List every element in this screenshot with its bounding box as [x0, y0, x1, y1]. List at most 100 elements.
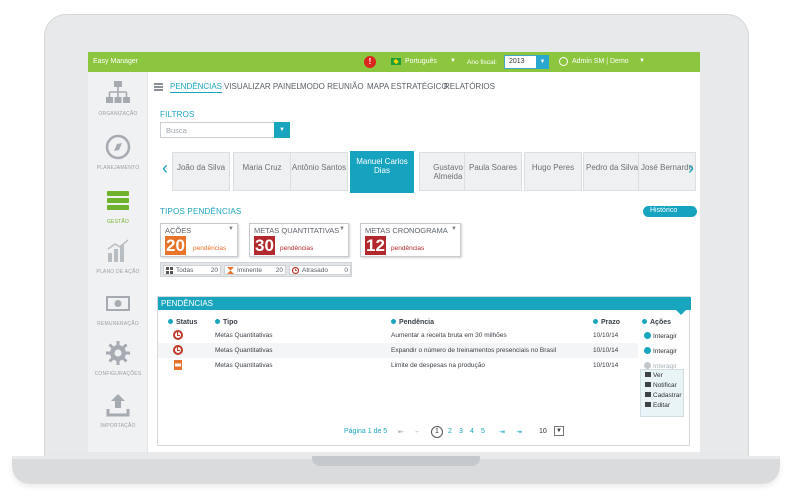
col-status[interactable]: Status: [168, 319, 197, 326]
interact-button[interactable]: Interagir: [644, 347, 677, 355]
menu-item-editar[interactable]: Editar: [645, 402, 670, 409]
chevron-down-icon[interactable]: ▼: [536, 55, 549, 69]
person-card[interactable]: Paula Soares: [464, 152, 522, 191]
sidebar-item-plano-de-acao[interactable]: PLANO DE AÇÃO: [88, 232, 148, 284]
interact-button[interactable]: Interagir: [644, 332, 677, 340]
sort-icon: [168, 319, 173, 324]
pending-count: 20: [165, 236, 186, 255]
filter-label: Atrasado: [302, 267, 329, 274]
tab-relatorios[interactable]: RELATÓRIOS: [444, 82, 495, 91]
chevron-down-icon[interactable]: ▼: [339, 226, 345, 232]
person-card[interactable]: Antônio Santos: [290, 152, 348, 191]
pending-box-title: METAS CRONOGRAMA: [365, 226, 448, 235]
menu-item-ver[interactable]: Ver: [645, 372, 663, 379]
sidebar-item-label: ORGANIZAÇÃO: [98, 111, 138, 117]
row-pendencia: Aumentar a receita bruta em 30 milhões: [391, 332, 507, 339]
filter-iminente-button[interactable]: Iminente 20: [224, 265, 286, 275]
person-card[interactable]: Hugo Peres: [524, 152, 582, 191]
sidebar-item-planejamento[interactable]: PLANEJAMENTO: [88, 128, 148, 180]
chevron-down-icon[interactable]: ▼: [274, 122, 290, 138]
table-row[interactable]: Metas Quantitativas Expandir o número de…: [158, 343, 638, 358]
search-icon: [645, 372, 651, 377]
page-number-current[interactable]: 1: [431, 426, 443, 438]
edit-icon: [645, 402, 651, 407]
carousel-next-icon[interactable]: ›: [688, 158, 694, 179]
chevron-down-icon[interactable]: ▼: [450, 58, 456, 64]
menu-item-cadastrar[interactable]: Cadastrar: [645, 392, 682, 399]
hourglass-icon: [227, 267, 234, 274]
sidebar-item-label: PLANEJAMENTO: [96, 165, 140, 171]
gear-icon: [644, 347, 651, 354]
brazil-flag-icon: [391, 58, 401, 65]
layers-icon: [107, 191, 129, 210]
table-row[interactable]: Metas Quantitativas Aumentar a receita b…: [158, 328, 638, 343]
chevron-down-icon[interactable]: ▼: [554, 426, 564, 436]
sidebar: ORGANIZAÇÃO PLANEJAMENTO GESTÃO PLANO DE…: [88, 72, 148, 452]
pending-box-title: AÇÕES: [165, 226, 192, 235]
person-card-selected[interactable]: Manuel Carlos Dias: [350, 151, 414, 193]
prev-page-icon[interactable]: ←: [414, 428, 421, 435]
tab-visualizar-painel[interactable]: VISUALIZAR PAINEL: [224, 82, 301, 91]
tab-pendencias[interactable]: PENDÊNCIAS: [170, 82, 223, 93]
panel-title: PENDÊNCIAS: [158, 297, 691, 315]
grid-icon: [166, 267, 173, 274]
pending-box-metas-cronograma[interactable]: METAS CRONOGRAMA ▼ 12 pendências: [360, 223, 461, 257]
tab-mapa-estrategico[interactable]: MAPA ESTRATÉGICO: [367, 82, 448, 91]
compass-icon: [105, 134, 131, 160]
person-card[interactable]: João da Silva: [172, 152, 230, 191]
pending-suffix: pendências: [391, 245, 425, 252]
row-tipo: Metas Quantitativas: [215, 332, 273, 339]
page-size-value[interactable]: 10: [539, 428, 547, 435]
row-pendencia: Limite de despesas na produção: [391, 362, 485, 369]
search-input[interactable]: Busca: [160, 122, 276, 138]
sidebar-item-remuneracao[interactable]: REMUNERAÇÃO: [88, 284, 148, 336]
sidebar-item-label: GESTÃO: [106, 219, 130, 225]
pending-count: 30: [254, 236, 275, 255]
person-card[interactable]: Maria Cruz: [233, 152, 291, 191]
chevron-down-icon[interactable]: ▼: [639, 58, 645, 64]
sidebar-item-organizacao[interactable]: ORGANIZAÇÃO: [88, 74, 148, 126]
first-page-icon[interactable]: ⇤: [398, 428, 404, 436]
status-filter-bar: Todas 20 Iminente 20 Atrasado 0: [160, 262, 352, 277]
history-button[interactable]: Histórico: [643, 206, 697, 217]
pending-box-metas-quantitativas[interactable]: METAS QUANTITATIVAS ▼ 30 pendências: [249, 223, 349, 257]
sidebar-item-gestao[interactable]: GESTÃO: [88, 182, 148, 234]
page-number[interactable]: 5: [481, 428, 485, 435]
sidebar-item-configuracoes[interactable]: CONFIGURAÇÕES: [88, 334, 148, 386]
menu-item-notificar[interactable]: Notificar: [645, 382, 677, 389]
person-card[interactable]: Pedro da Silva: [583, 152, 641, 191]
sort-icon: [391, 319, 396, 324]
last-page-icon[interactable]: ⇥: [516, 428, 522, 436]
sidebar-item-label: PLANO DE AÇÃO: [96, 269, 140, 275]
col-pendencia[interactable]: Pendência: [391, 319, 434, 326]
table-row[interactable]: Metas Quantitativas Limite de despesas n…: [158, 358, 638, 373]
sidebar-item-importacao[interactable]: IMPORTAÇÃO: [88, 386, 148, 438]
chevron-down-icon[interactable]: ▼: [451, 226, 457, 232]
col-tipo[interactable]: Tipo: [215, 319, 238, 326]
carousel-prev-icon[interactable]: ‹: [162, 158, 168, 179]
page-number[interactable]: 3: [459, 428, 463, 435]
gear-icon: [644, 362, 651, 369]
org-chart-icon: [106, 81, 130, 103]
pending-panel: PENDÊNCIAS Status Tipo Pendência Prazo A…: [157, 296, 691, 446]
fiscal-year-label: Ano fiscal:: [467, 59, 497, 66]
tab-modo-reuniao[interactable]: MODO REUNIÃO: [300, 82, 364, 91]
page-number[interactable]: 2: [448, 428, 452, 435]
pending-box-acoes[interactable]: AÇÕES ▼ 20 pendências: [160, 223, 238, 257]
chevron-down-icon[interactable]: ▼: [228, 226, 234, 232]
sidebar-item-label: IMPORTAÇÃO: [100, 423, 136, 429]
filters-title: FILTROS: [160, 110, 195, 119]
filter-atrasado-button[interactable]: Atrasado 0: [289, 265, 351, 275]
sort-icon: [215, 319, 220, 324]
next-page-icon[interactable]: ⇥: [499, 428, 505, 436]
filter-todas-button[interactable]: Todas 20: [163, 265, 221, 275]
page-number[interactable]: 4: [470, 428, 474, 435]
laptop-notch: [312, 456, 480, 466]
user-menu[interactable]: Admin SM | Demo: [572, 58, 629, 65]
list-icon: [154, 83, 163, 91]
col-prazo[interactable]: Prazo: [593, 319, 620, 326]
language-selector[interactable]: Português: [405, 58, 437, 65]
upload-icon: [106, 394, 130, 417]
bar-chart-icon: [107, 239, 129, 262]
alert-icon[interactable]: !: [364, 56, 376, 68]
